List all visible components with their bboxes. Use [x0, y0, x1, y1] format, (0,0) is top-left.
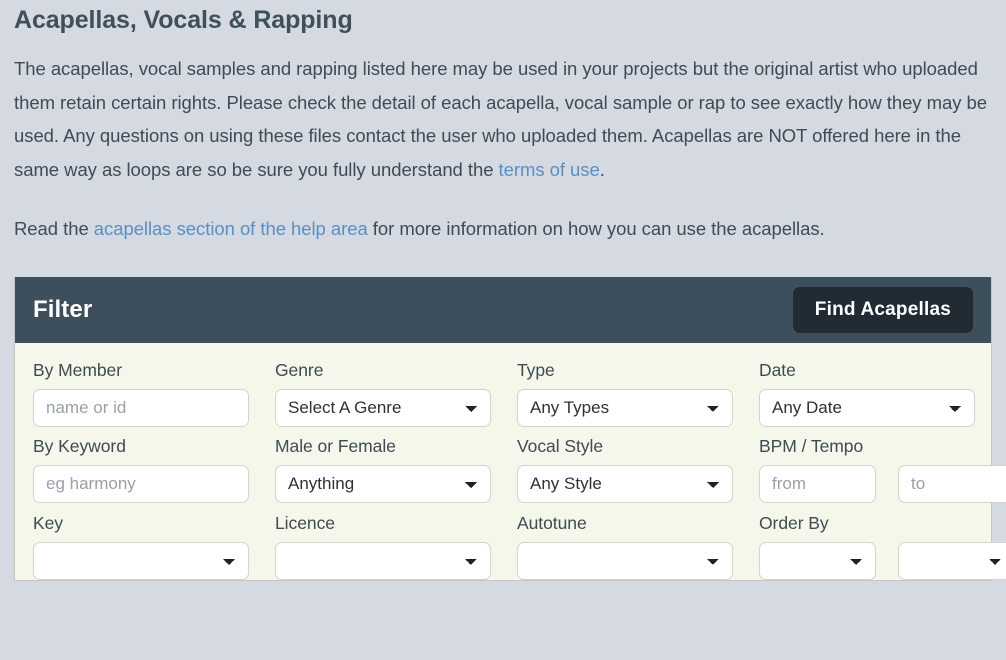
genre-select[interactable]: Select A Genre: [275, 388, 491, 427]
field-vocal-style: Vocal Style Any Style: [517, 435, 733, 503]
field-type: Type Any Types: [517, 359, 733, 427]
by-member-input[interactable]: [33, 388, 249, 427]
field-by-member: By Member: [33, 359, 249, 427]
filter-row-2: By Keyword Male or Female Anything Vocal…: [33, 435, 1006, 503]
field-male-or-female: Male or Female Anything: [275, 435, 491, 503]
field-label-by-member: By Member: [33, 359, 123, 380]
male-or-female-select[interactable]: Anything: [275, 464, 491, 503]
field-label-bpm-tempo: BPM / Tempo: [759, 435, 864, 456]
intro-paragraph-1-text-after-link: .: [599, 158, 605, 180]
intro-paragraph-2-text-after-link: for more information on how you can use …: [367, 218, 825, 239]
filter-row-3: Key Licence Autotune Order By: [33, 512, 1006, 580]
licence-select[interactable]: [275, 541, 491, 580]
bpm-from-input[interactable]: [759, 464, 876, 503]
intro-paragraph-2: Read the acapellas section of the help a…: [14, 212, 992, 246]
field-date: Date Any Date: [759, 359, 975, 427]
acapellas-help-area-link[interactable]: acapellas section of the help area: [94, 218, 368, 239]
field-label-date: Date: [759, 359, 796, 380]
autotune-select[interactable]: [517, 541, 733, 580]
filter-row-1: By Member Genre Select A Genre Type Any …: [33, 359, 975, 427]
field-label-male-or-female: Male or Female: [275, 435, 396, 456]
row-spacer-2: [33, 503, 973, 512]
field-label-order-by: Order By: [759, 512, 829, 533]
field-autotune: Autotune: [517, 512, 733, 580]
date-select[interactable]: Any Date: [759, 388, 975, 427]
by-keyword-input[interactable]: [33, 464, 249, 503]
bpm-to-input[interactable]: [898, 464, 1006, 503]
field-order-by: Order By: [759, 512, 1006, 580]
intro-paragraph-2-text-before-link: Read the: [14, 218, 94, 239]
field-label-vocal-style: Vocal Style: [517, 435, 604, 456]
order-direction-select[interactable]: [898, 541, 1006, 580]
field-label-by-keyword: By Keyword: [33, 435, 126, 456]
type-select[interactable]: Any Types: [517, 388, 733, 427]
filter-form: By Member Genre Select A Genre Type Any …: [15, 343, 1006, 580]
field-label-licence: Licence: [275, 512, 335, 533]
page-root: Acapellas, Vocals & Rapping The acapella…: [0, 0, 1006, 660]
find-acapellas-button[interactable]: Find Acapellas: [792, 286, 973, 333]
bpm-tempo-range: [759, 464, 1006, 503]
filter-panel-header: Filter Find Acapellas: [15, 276, 991, 343]
field-by-keyword: By Keyword: [33, 435, 249, 503]
field-key: Key: [33, 512, 249, 580]
field-bpm-tempo: BPM / Tempo: [759, 435, 1006, 503]
order-by-controls: [759, 541, 1006, 580]
field-label-genre: Genre: [275, 359, 324, 380]
order-by-select[interactable]: [759, 541, 876, 580]
field-licence: Licence: [275, 512, 491, 580]
intro-paragraph-1: The acapellas, vocal samples and rapping…: [14, 52, 992, 186]
page-title: Acapellas, Vocals & Rapping: [14, 6, 353, 34]
key-select[interactable]: [33, 541, 249, 580]
row-spacer-1: [33, 427, 973, 435]
field-label-autotune: Autotune: [517, 512, 587, 533]
field-label-type: Type: [517, 359, 555, 380]
field-label-key: Key: [33, 512, 64, 533]
vocal-style-select[interactable]: Any Style: [517, 464, 733, 503]
terms-of-use-link[interactable]: terms of use: [499, 159, 600, 180]
field-genre: Genre Select A Genre: [275, 359, 491, 427]
filter-panel: Filter Find Acapellas By Member Genre Se…: [14, 276, 1006, 581]
filter-heading: Filter: [33, 295, 93, 323]
